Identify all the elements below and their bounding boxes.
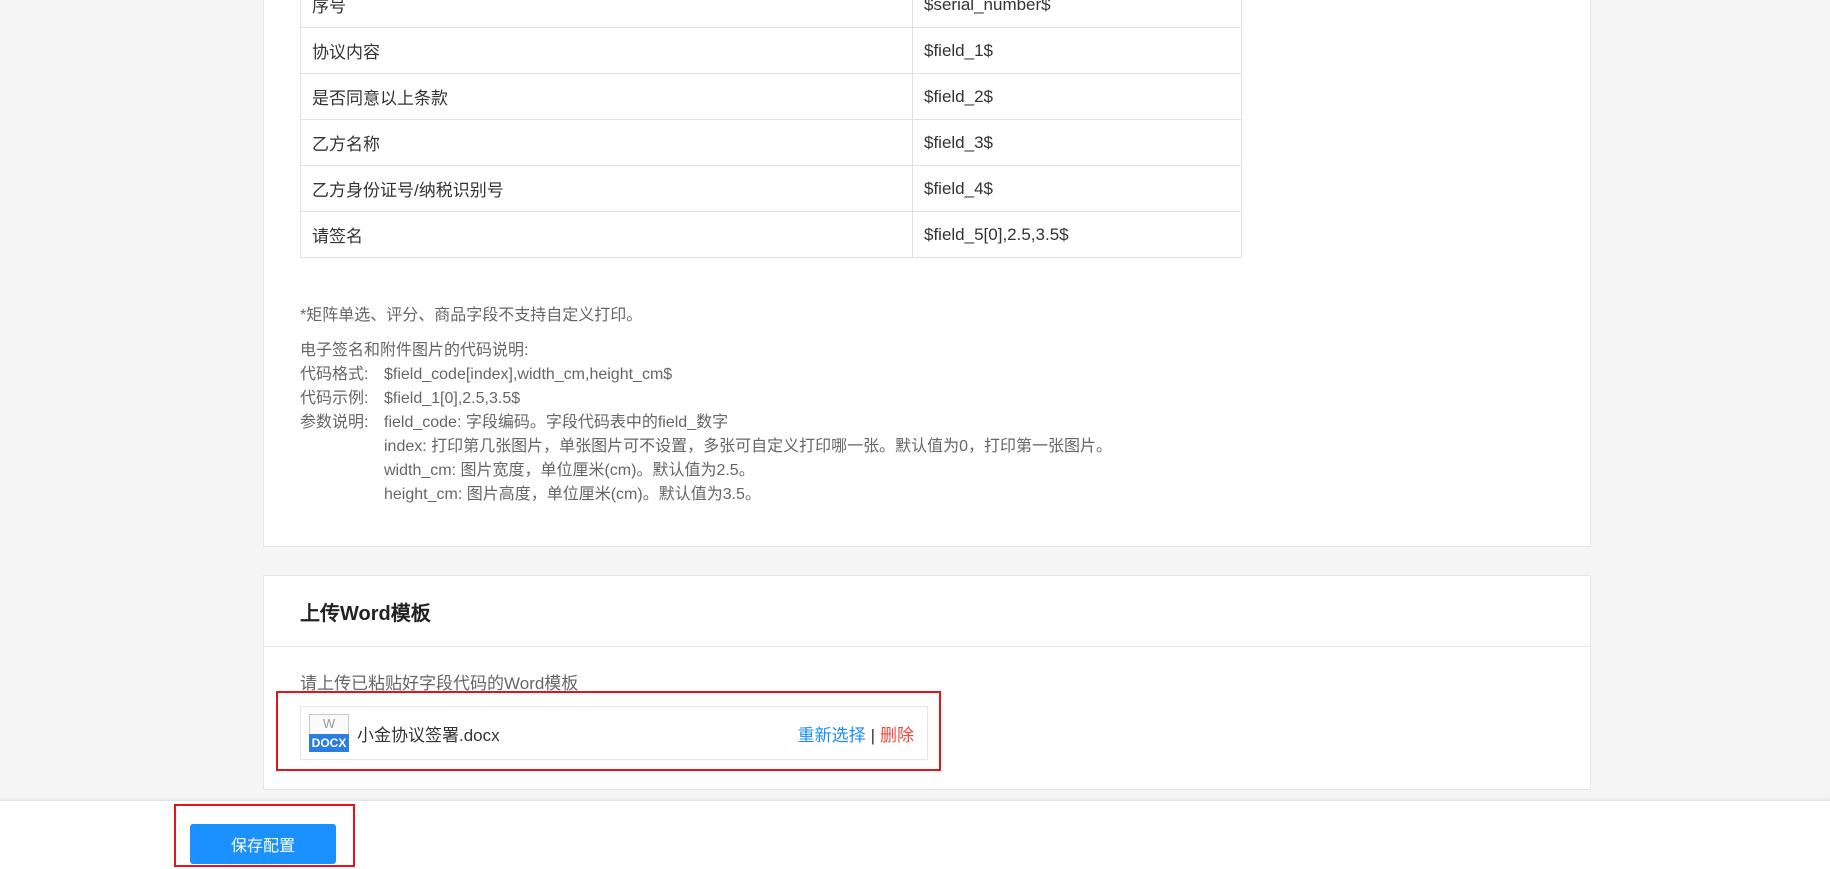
upload-hint: 请上传已粘贴好字段代码的Word模板	[300, 674, 579, 693]
upload-word-template-card: 上传Word模板 请上传已粘贴好字段代码的Word模板 W DOCX 小金协议签…	[263, 575, 1591, 790]
field-code-card: 序号 $serial_number$ 协议内容 $field_1$ 是否同意以上…	[263, 0, 1591, 547]
help-example-value: $field_1[0],2.5,3.5$	[384, 390, 521, 407]
action-separator: |	[870, 725, 875, 745]
field-name-cell: 乙方身份证号/纳税识别号	[300, 165, 913, 212]
file-actions: 重新选择 | 删除	[798, 721, 914, 746]
docx-file-icon: W DOCX	[309, 714, 349, 752]
help-param-index: index: 打印第几张图片，单张图片可不设置，多张可自定义打印哪一张。默认值为…	[384, 438, 1113, 455]
field-code-cell: $field_3$	[912, 119, 1242, 166]
field-name-cell: 乙方名称	[300, 119, 913, 166]
help-params-label: 参数说明:	[300, 414, 369, 431]
footer-bar: 保存配置	[0, 800, 1830, 869]
field-code-cell: $serial_number$	[912, 0, 1242, 28]
field-code-cell: $field_4$	[912, 165, 1242, 212]
field-code-cell: $field_2$	[912, 73, 1242, 120]
field-code-cell: $field_5[0],2.5,3.5$	[912, 211, 1242, 258]
field-name-cell: 序号	[300, 0, 913, 28]
reselect-file-link[interactable]: 重新选择	[798, 726, 866, 745]
unsupported-fields-note: *矩阵单选、评分、商品字段不支持自定义打印。	[300, 307, 643, 324]
uploaded-file-item: W DOCX 小金协议签署.docx 重新选择 | 删除	[300, 706, 928, 760]
save-config-button[interactable]: 保存配置	[190, 824, 336, 864]
help-format-row: 代码格式: $field_code[index],width_cm,height…	[300, 363, 1112, 387]
help-title: 电子签名和附件图片的代码说明:	[300, 342, 529, 359]
delete-file-link[interactable]: 删除	[880, 726, 914, 745]
help-param-width: width_cm: 图片宽度，单位厘米(cm)。默认值为2.5。	[384, 462, 755, 479]
field-name-cell: 是否同意以上条款	[300, 73, 913, 120]
upload-card-title: 上传Word模板	[264, 576, 1590, 647]
table-row: 序号 $serial_number$	[300, 0, 1242, 28]
table-row: 请签名 $field_5[0],2.5,3.5$	[300, 211, 1242, 258]
docx-icon-tag: DOCX	[309, 734, 349, 752]
field-name-cell: 协议内容	[300, 27, 913, 74]
help-example-row: 代码示例: $field_1[0],2.5,3.5$	[300, 387, 1112, 411]
field-name-cell: 请签名	[300, 211, 913, 258]
help-param-height: height_cm: 图片高度，单位厘米(cm)。默认值为3.5。	[384, 486, 761, 503]
signature-code-help: 电子签名和附件图片的代码说明: 代码格式: $field_code[index]…	[300, 339, 1112, 507]
table-row: 协议内容 $field_1$	[300, 27, 1242, 74]
table-row: 乙方名称 $field_3$	[300, 119, 1242, 166]
field-code-cell: $field_1$	[912, 27, 1242, 74]
uploaded-file-name: 小金协议签署.docx	[357, 725, 500, 745]
table-row: 乙方身份证号/纳税识别号 $field_4$	[300, 165, 1242, 212]
help-format-value: $field_code[index],width_cm,height_cm$	[384, 366, 673, 383]
help-example-label: 代码示例:	[300, 390, 369, 407]
help-param-field-code: field_code: 字段编码。字段代码表中的field_数字	[384, 414, 729, 431]
help-format-label: 代码格式:	[300, 366, 369, 383]
field-code-table: 序号 $serial_number$ 协议内容 $field_1$ 是否同意以上…	[300, 0, 1242, 258]
table-row: 是否同意以上条款 $field_2$	[300, 73, 1242, 120]
help-params-row: 参数说明: field_code: 字段编码。字段代码表中的field_数字	[300, 411, 1112, 435]
